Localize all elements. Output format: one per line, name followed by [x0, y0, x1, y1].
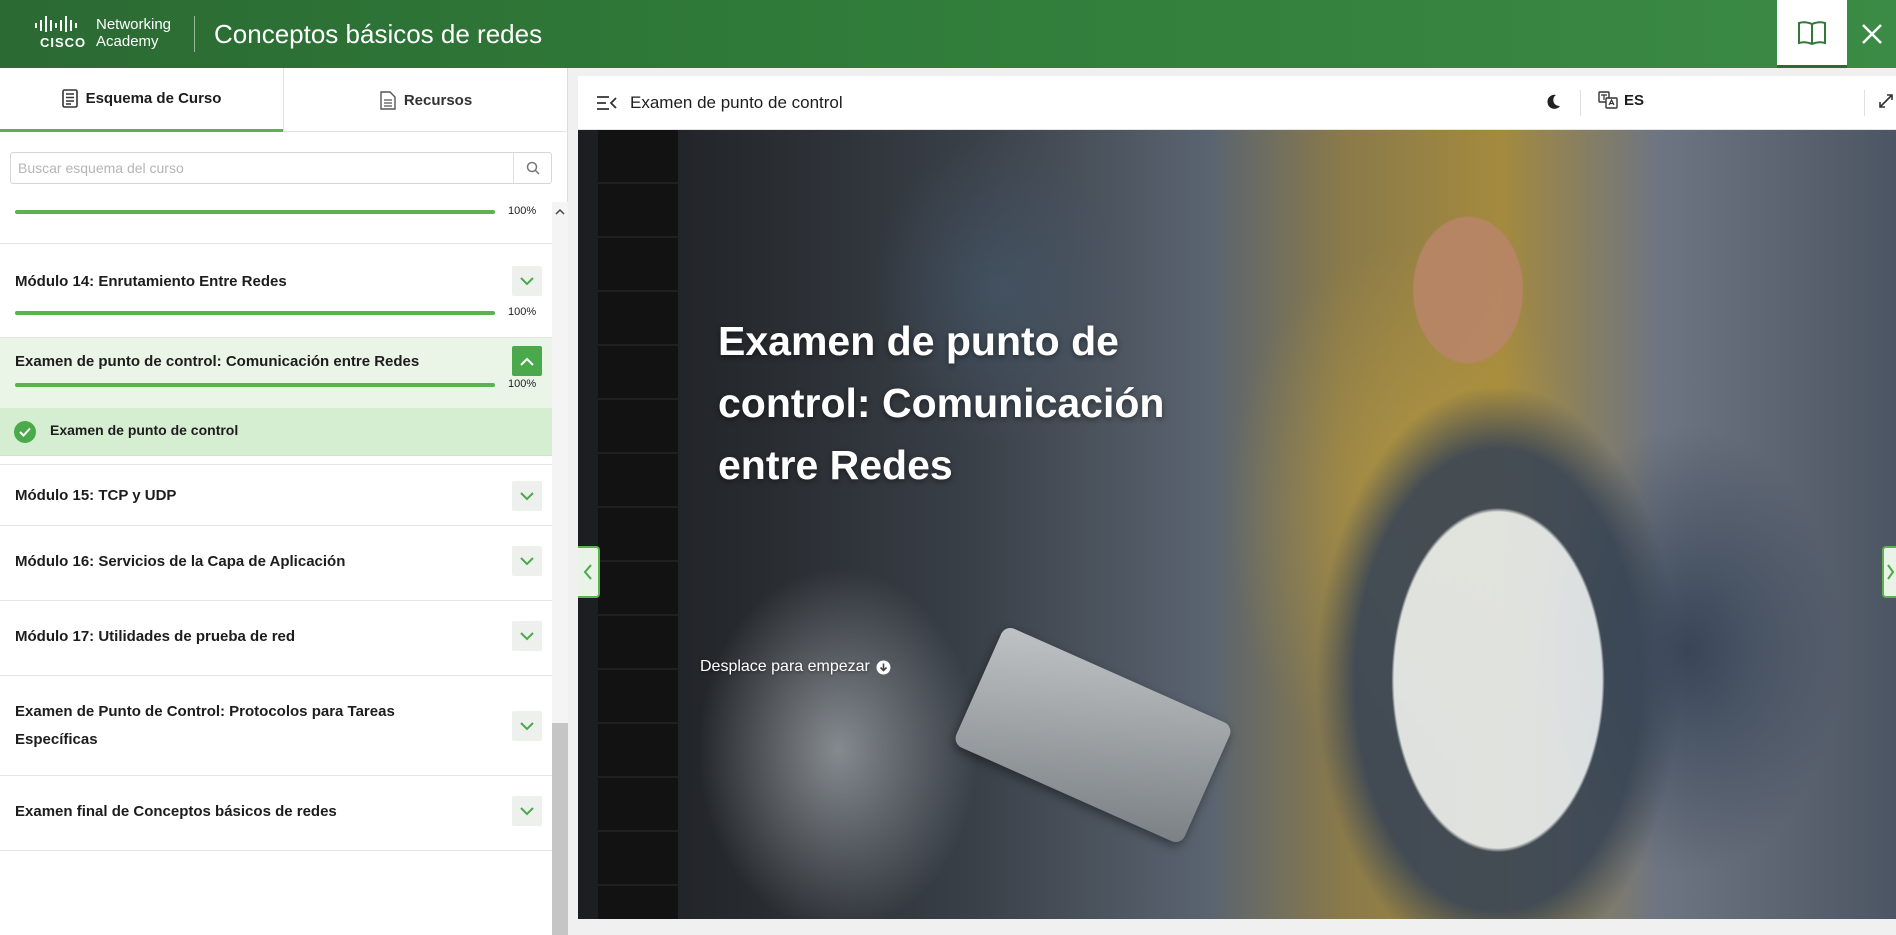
- tab-course-outline-label: Esquema de Curso: [85, 90, 222, 107]
- tab-resources[interactable]: Recursos: [284, 68, 568, 132]
- chevron-down-icon: [520, 806, 534, 815]
- tab-course-outline[interactable]: Esquema de Curso: [0, 68, 283, 132]
- cisco-networking-academy-logo[interactable]: CISCO Networking Academy: [34, 14, 184, 54]
- brand-line-1: Networking: [96, 16, 172, 33]
- cisco-bars-icon: [35, 16, 77, 32]
- chevron-up-icon: [520, 357, 534, 366]
- expand-button[interactable]: [512, 546, 542, 576]
- scroll-up-button[interactable]: [552, 202, 568, 220]
- module-progress-bar: [15, 210, 495, 214]
- expand-button[interactable]: [512, 481, 542, 511]
- close-icon: [1861, 24, 1882, 44]
- course-outline-list: 100% Módulo 14: Enrutamiento Entre Redes…: [0, 202, 552, 935]
- toolbar-divider: [1580, 90, 1581, 116]
- module-title: Módulo 16: Servicios de la Capa de Aplic…: [15, 553, 346, 570]
- course-title: Conceptos básicos de redes: [214, 19, 543, 49]
- hero-title: Examen de punto de control: Comunicación…: [718, 318, 1165, 488]
- checkpoint-exam-communication[interactable]: Examen de punto de control: Comunicación…: [0, 338, 552, 408]
- module-title: Examen de punto de control: Comunicación…: [15, 353, 420, 370]
- scroll-hint-label: Desplace para empezar: [700, 658, 870, 675]
- cisco-wordmark: CISCO: [40, 35, 87, 50]
- arrow-down-circle-icon: [876, 660, 891, 674]
- chevron-left-icon: [583, 564, 592, 580]
- module-14[interactable]: Módulo 14: Enrutamiento Entre Redes 100%: [0, 244, 552, 338]
- document-list-icon: [61, 89, 78, 108]
- fullscreen-button[interactable]: [1878, 93, 1894, 114]
- list-item-label: Examen de punto de control: [50, 422, 239, 438]
- language-selector[interactable]: ES: [1598, 91, 1644, 109]
- hero-banner: Examen de punto de control: Comunicación…: [578, 130, 1896, 919]
- moon-icon: [1547, 94, 1560, 109]
- technician-image: [1218, 160, 1778, 919]
- course-book-button[interactable]: [1777, 0, 1847, 68]
- module-title: Examen final de Conceptos básicos de red…: [15, 803, 337, 820]
- content-toolbar: Examen de punto de control ES: [578, 76, 1896, 130]
- sidebar-toggle-button[interactable]: [596, 93, 618, 113]
- search-icon: [526, 161, 540, 175]
- brand-line-2: Academy: [96, 33, 159, 50]
- chevron-down-icon: [520, 631, 534, 640]
- module-progress-pct: 100%: [508, 378, 537, 390]
- collapse-button[interactable]: [512, 346, 542, 376]
- page-title: Examen de punto de control: [630, 93, 843, 112]
- scroll-to-start-hint[interactable]: Desplace para empezar: [700, 658, 891, 676]
- module-title-line-2: Específicas: [15, 731, 98, 748]
- expand-button[interactable]: [512, 711, 542, 741]
- chevron-down-icon: [520, 721, 534, 730]
- chevron-down-icon: [520, 556, 534, 565]
- module-15[interactable]: Módulo 15: TCP y UDP: [0, 464, 552, 526]
- module-progress-pct: 100%: [508, 306, 537, 318]
- top-header: CISCO Networking Academy Conceptos básic…: [0, 0, 1896, 68]
- previous-page-button[interactable]: [578, 546, 600, 598]
- expand-button[interactable]: [512, 621, 542, 651]
- document-icon: [380, 90, 396, 110]
- module-16[interactable]: Módulo 16: Servicios de la Capa de Aplic…: [0, 526, 552, 601]
- chevron-right-icon: [1887, 564, 1894, 580]
- course-sidebar: Esquema de Curso Recursos 100% Módul: [0, 68, 568, 935]
- book-open-icon: [1798, 20, 1826, 45]
- content-area: Examen de punto de control ES Examen de …: [568, 68, 1896, 935]
- toolbar-divider: [1864, 90, 1865, 116]
- module-progress-bar: [15, 311, 495, 315]
- menu-collapse-icon: [597, 96, 617, 110]
- translate-icon: [1598, 91, 1618, 109]
- checkpoint-exam-protocols[interactable]: Examen de Punto de Control: Protocolos p…: [0, 676, 552, 776]
- module-previous-partial: 100%: [0, 202, 552, 244]
- server-rack-image: [598, 130, 678, 919]
- list-item-checkpoint-exam[interactable]: Examen de punto de control: [0, 408, 552, 456]
- search-input[interactable]: [11, 153, 511, 183]
- expand-icon: [1879, 94, 1893, 108]
- language-code: ES: [1624, 91, 1645, 109]
- module-title: Módulo 15: TCP y UDP: [15, 487, 177, 504]
- outline-scrollbar-thumb[interactable]: [552, 723, 568, 935]
- tab-resources-label: Recursos: [403, 91, 473, 109]
- expand-button[interactable]: [512, 266, 542, 296]
- module-progress-pct: 100%: [508, 205, 537, 217]
- chevron-down-icon: [520, 276, 534, 285]
- close-button[interactable]: [1847, 0, 1896, 68]
- module-title: Módulo 17: Utilidades de prueba de red: [15, 628, 296, 645]
- outline-search: [10, 152, 552, 184]
- tablet-image: [952, 624, 1234, 846]
- dark-mode-toggle[interactable]: [1544, 93, 1562, 116]
- module-17[interactable]: Módulo 17: Utilidades de prueba de red: [0, 601, 552, 676]
- final-exam[interactable]: Examen final de Conceptos básicos de red…: [0, 776, 552, 851]
- chevron-up-icon: [555, 208, 565, 215]
- module-title: Módulo 14: Enrutamiento Entre Redes: [15, 273, 287, 290]
- next-page-button[interactable]: [1882, 546, 1896, 598]
- expand-button[interactable]: [512, 796, 542, 826]
- sidebar-tabs: Esquema de Curso Recursos: [0, 68, 568, 132]
- chevron-down-icon: [520, 491, 534, 500]
- search-button[interactable]: [513, 153, 551, 183]
- module-title-line-1: Examen de Punto de Control: Protocolos p…: [15, 703, 395, 720]
- completed-check-icon: [14, 421, 36, 443]
- module-progress-bar: [15, 383, 495, 387]
- header-divider: [194, 16, 195, 52]
